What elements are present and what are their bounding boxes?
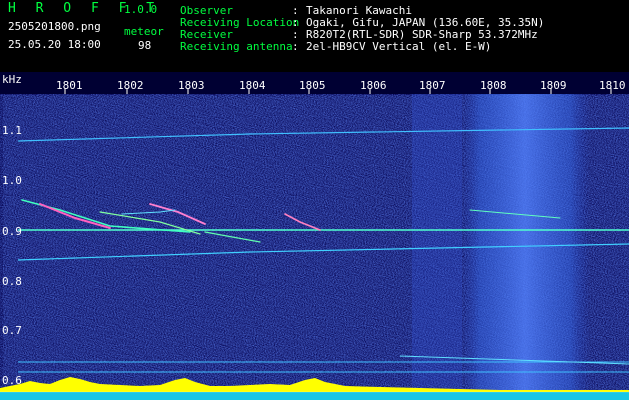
- x-tick-label: 1807: [419, 79, 446, 92]
- meteor-count: 98: [138, 39, 152, 52]
- x-tick-label: 1809: [540, 79, 567, 92]
- x-tick-label: 1805: [299, 79, 326, 92]
- meteor-label: meteor: [124, 25, 164, 38]
- y-tick-label: 0.6: [2, 374, 22, 387]
- spectrogram: [0, 72, 629, 400]
- x-tick-label: 1804: [239, 79, 266, 92]
- info-key-antenna: Receiving antenna: [180, 40, 293, 53]
- y-tick-label: 0.8: [2, 275, 22, 288]
- x-tick-label: 1806: [360, 79, 387, 92]
- x-tick-label: 1801: [56, 79, 83, 92]
- x-tick-label: 1808: [480, 79, 507, 92]
- file-datetime: 25.05.20 18:00: [8, 38, 101, 51]
- x-tick-label: 1802: [117, 79, 144, 92]
- file-name: 2505201800.png: [8, 20, 101, 33]
- noise-layer: [3, 95, 629, 400]
- x-tick-label: 1810: [599, 79, 626, 92]
- header-panel: H R O F F T 1.0.0 2505201800.png meteor …: [0, 0, 629, 72]
- y-tick-label: 1.0: [2, 174, 22, 187]
- unit-label: kHz: [2, 73, 22, 86]
- info-sep-antenna: :: [292, 40, 299, 53]
- y-tick-label: 0.9: [2, 225, 22, 238]
- app-version: 1.0.0: [124, 3, 158, 16]
- activity-baseline: [0, 392, 629, 400]
- y-tick-label: 0.7: [2, 324, 22, 337]
- y-tick-label: 1.1: [2, 124, 22, 137]
- x-tick-label: 1803: [178, 79, 205, 92]
- info-value-antenna: 2el-HB9CV Vertical (el. E-W): [306, 40, 492, 53]
